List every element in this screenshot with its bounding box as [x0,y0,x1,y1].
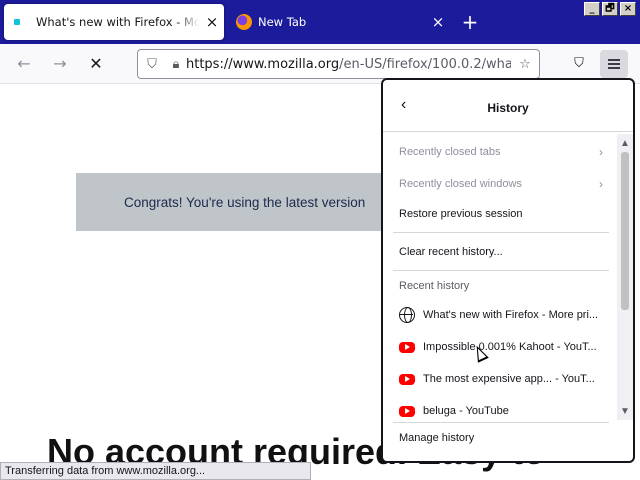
recently-closed-tabs-item[interactable]: Recently closed tabs › [399,140,617,164]
tab-new-tab[interactable]: New Tab × [228,4,450,40]
loading-indicator-icon [14,19,20,25]
hamburger-line [608,59,620,61]
bookmark-star-icon[interactable]: ☆ [511,57,539,72]
item-label: Recently closed windows [399,178,522,190]
tab-whats-new[interactable]: What's new with Firefox - More privacy, … [4,4,224,40]
forward-arrow-icon[interactable]: → [48,52,72,76]
close-window-button[interactable]: × [620,2,636,16]
url-host: https://www.mozilla.org [186,56,340,72]
divider [393,270,609,271]
congrats-banner: Congrats! You're using the latest versio… [76,173,406,231]
minimize-button[interactable]: _ [584,2,600,16]
history-entry-title: The most expensive app... - YouT... [423,373,595,385]
panel-header: ‹ History [383,80,633,132]
youtube-icon [399,341,415,353]
scroll-thumb[interactable] [621,152,629,310]
divider [393,422,609,423]
stop-icon[interactable]: ✕ [84,52,108,76]
tab-strip: What's new with Firefox - More privacy, … [0,0,640,44]
close-tab-icon[interactable]: × [200,13,224,31]
url-bar[interactable]: ⛉ 🔒︎ https://www.mozilla.org/en-US/firef… [137,49,540,79]
globe-icon [399,307,415,323]
recent-history-label: Recent history [399,280,470,292]
recently-closed-windows-item[interactable]: Recently closed windows › [399,172,617,196]
close-tab-icon[interactable]: × [426,13,450,31]
divider [393,232,609,233]
history-entry-title: What's new with Firefox - More pri... [423,309,599,321]
item-label: Recently closed tabs [399,146,501,158]
panel-scrollbar[interactable]: ▲ ▼ [617,134,633,420]
manage-history-item[interactable]: Manage history [399,432,474,444]
url-path: /en-US/firefox/100.0.2/whatsnew/ [339,56,511,72]
shield-icon[interactable]: ⛉ [138,57,166,72]
window-controls: _ 🗗 × [584,2,636,16]
url-text[interactable]: https://www.mozilla.org/en-US/firefox/10… [186,57,511,72]
youtube-icon [399,373,415,385]
app-menu-button[interactable] [600,50,628,78]
tab-title: What's new with Firefox - More privacy, … [36,15,200,29]
pocket-icon[interactable]: ⛉ [567,52,591,76]
item-label: Restore previous session [399,208,523,220]
status-bar: Transferring data from www.mozilla.org..… [0,462,311,480]
history-entry[interactable]: The most expensive app... - YouT... [399,368,609,390]
tab-title: New Tab [258,15,307,29]
new-tab-button[interactable]: + [458,10,482,34]
history-entry[interactable]: Impossible 0.001% Kahoot - YouT... [399,336,609,358]
item-label: Clear recent history... [399,246,503,258]
panel-title: History [487,101,529,115]
firefox-icon [236,14,252,30]
history-entry[interactable]: What's new with Firefox - More pri... [399,304,609,326]
back-arrow-icon[interactable]: ← [12,52,36,76]
clear-history-item[interactable]: Clear recent history... [399,240,617,264]
youtube-icon [399,405,415,417]
chevron-right-icon: › [599,145,603,159]
history-entry[interactable]: beluga - YouTube [399,400,609,422]
hamburger-line [608,63,620,65]
history-entry-title: Impossible 0.001% Kahoot - YouT... [423,341,597,353]
hamburger-line [608,67,620,69]
restore-session-item[interactable]: Restore previous session [399,202,617,226]
lock-icon[interactable]: 🔒︎ [166,57,186,72]
scroll-up-arrow-icon[interactable]: ▲ [617,138,633,149]
history-entry-title: beluga - YouTube [423,405,509,417]
scroll-down-arrow-icon[interactable]: ▼ [617,406,633,417]
chevron-right-icon: › [599,177,603,191]
restore-button[interactable]: 🗗 [602,2,618,16]
history-panel: ‹ History Recently closed tabs › Recentl… [381,78,635,463]
